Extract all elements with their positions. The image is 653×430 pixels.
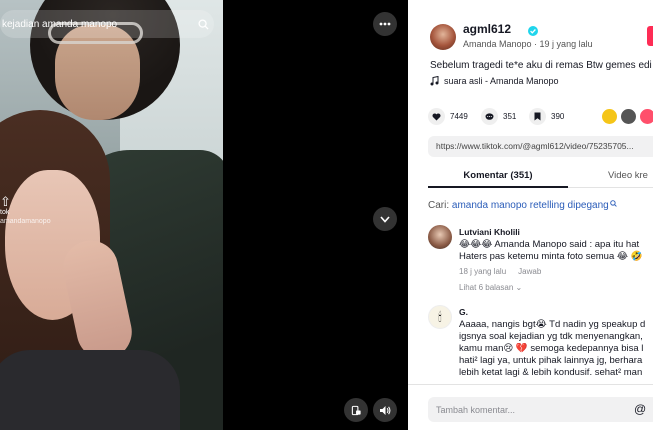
like-count: 7449 xyxy=(450,112,468,121)
comment-tabs: Komentar (351) Video kre xyxy=(428,166,653,188)
comment-line: lebih ketat lagi & lebih kondusif. sehat… xyxy=(459,367,643,378)
author-username[interactable]: agml612 xyxy=(463,22,511,36)
video-side-label: tok xyxy=(0,209,10,216)
follow-button[interactable] xyxy=(647,26,653,46)
comment-author[interactable]: Lutviani Kholili xyxy=(459,227,520,237)
video-search-bar[interactable]: kejadian amanda manopo xyxy=(0,10,214,38)
candle-icon: 🕯 xyxy=(438,309,442,324)
more-options-button[interactable] xyxy=(373,12,397,36)
heart-icon xyxy=(428,108,445,125)
copy-link-field[interactable]: https://www.tiktok.com/@agml612/video/75… xyxy=(428,136,653,157)
author-display-name[interactable]: Amanda Manopo xyxy=(463,39,532,49)
comment-icon xyxy=(481,108,498,125)
video-frame[interactable]: kejadian amanda manopo ⇧ tok amandamanop… xyxy=(0,0,223,430)
share-arrow-icon: ⇧ xyxy=(0,194,11,209)
bookmark-icon xyxy=(529,108,546,125)
chevron-down-icon xyxy=(380,215,390,223)
volume-button[interactable] xyxy=(373,398,397,422)
comment-time: 18 j yang lalu xyxy=(459,267,507,276)
music-note-icon xyxy=(430,76,439,86)
search-icon[interactable] xyxy=(192,13,214,35)
comment-count: 351 xyxy=(503,112,517,121)
next-video-button[interactable] xyxy=(373,207,397,231)
video-player[interactable]: kejadian amanda manopo ⇧ tok amandamanop… xyxy=(0,0,408,430)
comment-line: 😂😂😂 Amanda Manopo said : apa itu hat xyxy=(459,239,640,250)
search-suggestion-prefix: Cari: xyxy=(428,200,452,211)
comment-author[interactable]: G. xyxy=(459,307,468,317)
avatar[interactable] xyxy=(428,225,452,249)
comment-line: hati² lagi ya, untuk pihak lainnya jg, b… xyxy=(459,355,643,366)
video-side-overlay: ⇧ tok amandamanopo xyxy=(0,194,51,226)
video-caption: Sebelum tragedi te*e aku di remas Btw ge… xyxy=(430,60,652,71)
video-search-text[interactable]: kejadian amanda manopo xyxy=(2,19,192,30)
volume-icon xyxy=(380,405,391,415)
avatar[interactable] xyxy=(430,24,456,50)
comment-button[interactable]: 351 xyxy=(481,108,516,125)
comment-line: Haters pas ketemu minta foto semua 😂 🤣 xyxy=(459,251,643,262)
view-replies-button[interactable]: Lihat 6 balasan ⌄ xyxy=(459,283,522,292)
favorite-button[interactable]: 390 xyxy=(529,108,564,125)
video-details-panel: agml612 Amanda Manopo · 19 j yang lalu S… xyxy=(408,0,653,430)
stats-row: 7449 351 390 xyxy=(428,108,653,126)
comment-meta: 18 j yang lalu Jawab xyxy=(459,267,553,276)
like-button[interactable]: 7449 xyxy=(428,108,468,125)
more-horizontal-icon xyxy=(379,22,391,26)
avatar[interactable]: 🕯 xyxy=(428,305,452,329)
favorite-count: 390 xyxy=(551,112,565,121)
sound-name[interactable]: suara asli - Amanda Manopo xyxy=(444,76,559,86)
floating-player-button[interactable] xyxy=(344,398,368,422)
search-suggestion[interactable]: Cari: amanda manopo retelling dipegang xyxy=(428,200,617,211)
sound-row[interactable]: suara asli - Amanda Manopo xyxy=(430,76,559,86)
reply-button[interactable]: Jawab xyxy=(518,267,541,276)
share-whatsapp-icon[interactable] xyxy=(602,109,617,124)
author-row: agml612 Amanda Manopo · 19 j yang lalu xyxy=(428,22,653,54)
floating-player-icon xyxy=(351,405,361,415)
comment-line: igsnya soal kejadian yg tdk menyenangkan… xyxy=(459,331,643,342)
comment-text: Aaaaa, nangis bgt😭 Td nadin yg speakup d… xyxy=(459,319,645,379)
mention-icon[interactable]: @ xyxy=(634,402,646,416)
comment-composer: @ xyxy=(408,384,653,430)
author-subtitle: Amanda Manopo · 19 j yang lalu xyxy=(463,39,593,49)
embed-code-icon[interactable] xyxy=(621,109,636,124)
comment-line: Aaaaa, nangis bgt😭 Td nadin yg speakup d xyxy=(459,319,646,330)
video-side-sub: amandamanopo xyxy=(0,218,51,225)
comment-input[interactable] xyxy=(428,397,653,422)
search-suggestion-query[interactable]: amanda manopo retelling dipegang xyxy=(452,200,609,211)
video-figure-woman-body xyxy=(0,350,180,430)
tab-creator-videos[interactable]: Video kre xyxy=(608,166,648,181)
comment-text: 😂😂😂 Amanda Manopo said : apa itu hat Hat… xyxy=(459,239,642,263)
search-icon xyxy=(609,200,617,207)
post-time: 19 j yang lalu xyxy=(539,39,593,49)
share-more-icon[interactable] xyxy=(640,109,653,124)
comment-line: kamu man😢 💔 semoga kedepannya bisa l xyxy=(459,343,644,354)
tab-comments[interactable]: Komentar (351) xyxy=(428,166,568,188)
